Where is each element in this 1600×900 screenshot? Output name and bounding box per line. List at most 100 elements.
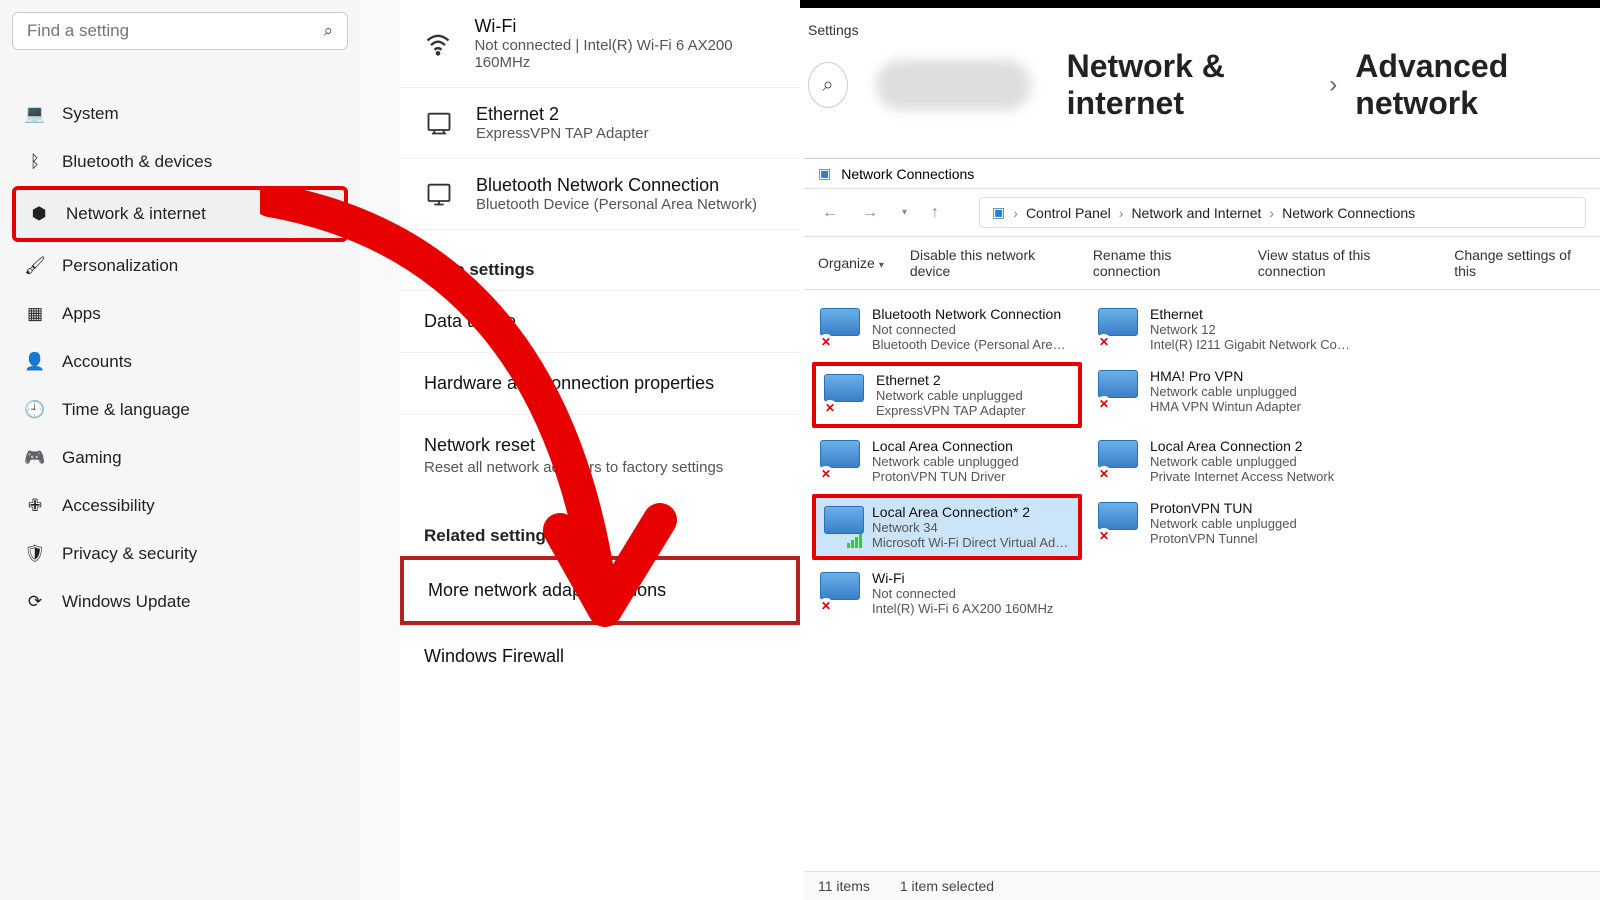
setting-data-usage[interactable]: Data usage bbox=[400, 290, 800, 352]
nav-item-windows-update[interactable]: ⟳Windows Update bbox=[12, 578, 348, 626]
address-bar[interactable]: ▣ › Control Panel › Network and Internet… bbox=[979, 197, 1586, 228]
nav-item-accounts[interactable]: 👤Accounts bbox=[12, 338, 348, 386]
adapter-status: Network cable unplugged bbox=[872, 454, 1019, 469]
path-seg-1[interactable]: Network and Internet bbox=[1131, 205, 1261, 221]
adapter-status: Network cable unplugged bbox=[1150, 384, 1301, 399]
disconnected-x-icon: ✕ bbox=[818, 466, 834, 482]
nav-item-system[interactable]: 💻System bbox=[12, 90, 348, 138]
network-row-ethernet-2[interactable]: Ethernet 2 ExpressVPN TAP Adapter bbox=[400, 88, 800, 159]
adapter-ethernet-2[interactable]: ✕ Ethernet 2 Network cable unplugged Exp… bbox=[812, 362, 1082, 428]
disconnected-x-icon: ✕ bbox=[818, 598, 834, 614]
nav-icon: ⟳ bbox=[24, 591, 46, 613]
disconnected-x-icon: ✕ bbox=[818, 334, 834, 350]
control-panel-icon: ▣ bbox=[818, 165, 831, 182]
network-title: Wi-Fi bbox=[474, 16, 776, 37]
eth-icon bbox=[424, 108, 454, 138]
toolbar-change-settings[interactable]: Change settings of this bbox=[1454, 247, 1586, 279]
adapter-bluetooth-network-connection[interactable]: ✕ Bluetooth Network Connection Not conne… bbox=[812, 300, 1082, 358]
nav-item-personalization[interactable]: 🖌 Personalization bbox=[12, 242, 348, 290]
adapter-status: Not connected bbox=[872, 586, 1053, 601]
signal-bars-icon bbox=[847, 534, 862, 548]
network-title: Bluetooth Network Connection bbox=[476, 175, 757, 196]
nav-item-apps[interactable]: ▦Apps bbox=[12, 290, 348, 338]
nav-icon: ⬢ bbox=[28, 203, 50, 225]
adapter-icon: ✕ bbox=[822, 372, 866, 416]
nav-icon: 🖌 bbox=[24, 255, 46, 277]
explorer-toolbar: Organize▾ Disable this network device Re… bbox=[804, 237, 1600, 290]
toolbar-organize[interactable]: Organize▾ bbox=[818, 255, 884, 271]
nav-item-network-internet[interactable]: ⬢ Network & internet bbox=[12, 186, 348, 242]
nav-label: Personalization bbox=[62, 256, 178, 276]
search-box[interactable]: ⌕ bbox=[12, 12, 348, 50]
setting-network-reset[interactable]: Network resetReset all network adapters … bbox=[400, 414, 800, 496]
toolbar-rename[interactable]: Rename this connection bbox=[1093, 247, 1232, 279]
nav-item-accessibility[interactable]: ✙Accessibility bbox=[12, 482, 348, 530]
adapter-hma-pro-vpn[interactable]: ✕ HMA! Pro VPN Network cable unplugged H… bbox=[1090, 362, 1360, 428]
nav-item-time-language[interactable]: 🕘Time & language bbox=[12, 386, 348, 434]
adapter-status: Network 12 bbox=[1150, 322, 1350, 337]
adapter-local-area-connection-2[interactable]: Local Area Connection* 2 Network 34 Micr… bbox=[812, 494, 1082, 560]
adapter-name: HMA! Pro VPN bbox=[1150, 368, 1301, 384]
nav-item-privacy-security[interactable]: 🛡 Privacy & security bbox=[12, 530, 348, 578]
nav-forward-icon[interactable]: → bbox=[858, 200, 882, 226]
adapter-status: Network cable unplugged bbox=[1150, 516, 1297, 531]
adapter-icon: ✕ bbox=[818, 306, 862, 350]
window-top-strip bbox=[800, 0, 1600, 8]
adapter-device: Intel(R) I211 Gigabit Network Con... bbox=[1150, 337, 1350, 352]
adapter-name: Local Area Connection* 2 bbox=[872, 504, 1072, 520]
nav-history-dropdown-icon[interactable]: ▾ bbox=[898, 203, 911, 222]
nav-item-gaming[interactable]: 🎮Gaming bbox=[12, 434, 348, 482]
toolbar-disable[interactable]: Disable this network device bbox=[910, 247, 1067, 279]
settings-breadcrumb: ⌕ Network & internet › Advanced network bbox=[800, 48, 1600, 142]
nav-label: Privacy & security bbox=[62, 544, 197, 564]
nav-label: Accessibility bbox=[62, 496, 155, 516]
back-search-circle[interactable]: ⌕ bbox=[808, 62, 848, 108]
breadcrumb-network-internet[interactable]: Network & internet bbox=[1067, 48, 1312, 122]
adapter-status: Network cable unplugged bbox=[876, 388, 1026, 403]
adapter-status: Not connected bbox=[872, 322, 1072, 337]
network-sub: Not connected | Intel(R) Wi-Fi 6 AX200 1… bbox=[474, 37, 776, 71]
nav-item-bluetooth-devices[interactable]: ᛒBluetooth & devices bbox=[12, 138, 348, 186]
window-title-text: Network Connections bbox=[841, 166, 974, 182]
nav-label: Network & internet bbox=[66, 204, 206, 224]
path-seg-0[interactable]: Control Panel bbox=[1026, 205, 1111, 221]
status-selected-count: 1 item selected bbox=[900, 878, 994, 894]
network-sub: Bluetooth Device (Personal Area Network) bbox=[476, 196, 757, 213]
network-connections-window: ▣ Network Connections ← → ▾ ↑ ▣ › Contro… bbox=[804, 158, 1600, 900]
nav-label: Bluetooth & devices bbox=[62, 152, 212, 172]
network-row-bluetooth-network-connection[interactable]: Bluetooth Network Connection Bluetooth D… bbox=[400, 159, 800, 230]
nav-icon: 👤 bbox=[24, 351, 46, 373]
adapter-local-area-connection[interactable]: ✕ Local Area Connection Network cable un… bbox=[812, 432, 1082, 490]
search-input[interactable] bbox=[27, 21, 323, 41]
explorer-statusbar: 11 items 1 item selected bbox=[804, 871, 1600, 900]
disconnected-x-icon: ✕ bbox=[1096, 396, 1112, 412]
adapter-name: Ethernet 2 bbox=[876, 372, 1026, 388]
adapter-local-area-connection-2[interactable]: ✕ Local Area Connection 2 Network cable … bbox=[1090, 432, 1360, 490]
adapter-ethernet[interactable]: ✕ Ethernet Network 12 Intel(R) I211 Giga… bbox=[1090, 300, 1360, 358]
adapter-icon: ✕ bbox=[818, 570, 862, 614]
adapter-protonvpn-tun[interactable]: ✕ ProtonVPN TUN Network cable unplugged … bbox=[1090, 494, 1360, 560]
network-title: Ethernet 2 bbox=[476, 104, 649, 125]
adapter-device: ExpressVPN TAP Adapter bbox=[876, 403, 1026, 418]
nav-icon: 🕘 bbox=[24, 399, 46, 421]
nav-label: Apps bbox=[62, 304, 101, 324]
related-windows-firewall[interactable]: Windows Firewall bbox=[400, 625, 800, 687]
toolbar-view-status[interactable]: View status of this connection bbox=[1258, 247, 1428, 279]
nav-back-icon[interactable]: ← bbox=[818, 200, 842, 226]
disconnected-x-icon: ✕ bbox=[1096, 334, 1112, 350]
path-seg-2[interactable]: Network Connections bbox=[1282, 205, 1415, 221]
search-icon: ⌕ bbox=[323, 21, 333, 41]
disconnected-x-icon: ✕ bbox=[822, 400, 838, 416]
network-row-wi-fi[interactable]: Wi-Fi Not connected | Intel(R) Wi-Fi 6 A… bbox=[400, 0, 800, 88]
nav-up-icon[interactable]: ↑ bbox=[927, 200, 943, 226]
adapter-name: Local Area Connection bbox=[872, 438, 1019, 454]
adapter-icon: ✕ bbox=[1096, 438, 1140, 482]
nav-icon: 🛡 bbox=[24, 543, 46, 565]
related-more-network-adapter-options[interactable]: More network adapter options bbox=[400, 556, 800, 625]
adapter-wi-fi[interactable]: ✕ Wi-Fi Not connected Intel(R) Wi-Fi 6 A… bbox=[812, 564, 1082, 622]
network-sub: ExpressVPN TAP Adapter bbox=[476, 125, 649, 142]
blurred-username bbox=[876, 60, 1031, 110]
setting-hardware-and-connection-properties[interactable]: Hardware and connection properties bbox=[400, 352, 800, 414]
adapter-name: Local Area Connection 2 bbox=[1150, 438, 1334, 454]
adapters-grid: ✕ Bluetooth Network Connection Not conne… bbox=[804, 290, 1600, 632]
